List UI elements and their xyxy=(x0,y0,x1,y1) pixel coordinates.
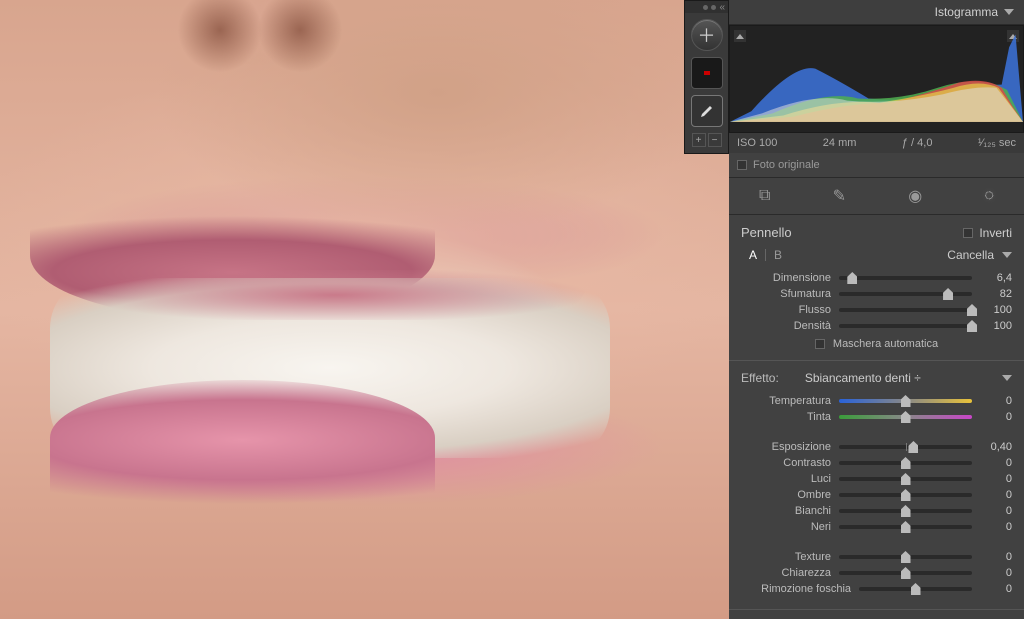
feather-label: Sfumatura xyxy=(741,288,831,300)
window-dot-icon xyxy=(703,5,708,10)
original-photo-label: Foto originale xyxy=(753,159,820,171)
size-label: Dimensione xyxy=(741,272,831,284)
brush-icon xyxy=(698,102,716,120)
whites-label: Bianchi xyxy=(741,505,831,517)
histogram-svg xyxy=(730,26,1023,122)
exif-row: ISO 100 24 mm ƒ / 4,0 ¹⁄₁₂₅ sec xyxy=(729,133,1024,153)
flow-label: Flusso xyxy=(741,304,831,316)
invert-label: Inverti xyxy=(979,226,1012,240)
effect-label: Effetto: xyxy=(741,371,779,385)
exposure-slider[interactable] xyxy=(839,445,972,449)
mask-tool-icon[interactable]: ◌ xyxy=(984,187,994,205)
invert-checkbox[interactable] xyxy=(963,228,973,238)
feather-value[interactable]: 82 xyxy=(980,288,1012,300)
histogram-header[interactable]: Istogramma xyxy=(729,0,1024,25)
shadows-label: Ombre xyxy=(741,489,831,501)
effect-panel: Effetto: Sbiancamento denti ÷ Temperatur… xyxy=(729,361,1024,610)
feather-slider[interactable] xyxy=(839,292,972,296)
adjustment-tool-icons: ⧉ ✎ ◉ ◌ xyxy=(729,178,1024,215)
tint-label: Tinta xyxy=(741,411,831,423)
brush-erase-button[interactable]: Cancella xyxy=(947,248,994,262)
histogram-label: Istogramma xyxy=(935,5,998,19)
brush-panel: Pennello Inverti A B Cancella Dimensione… xyxy=(729,215,1024,361)
brush-panel-title: Pennello xyxy=(741,225,792,240)
density-slider[interactable] xyxy=(839,324,972,328)
exif-aperture: ƒ / 4,0 xyxy=(902,137,933,149)
chevron-down-icon[interactable] xyxy=(1002,252,1012,258)
whites-slider[interactable] xyxy=(839,509,972,513)
automask-checkbox[interactable] xyxy=(815,339,825,349)
plus-icon: ＋ xyxy=(698,22,716,48)
size-slider[interactable] xyxy=(839,276,972,280)
crop-tool-icon[interactable]: ⧉ xyxy=(759,187,770,205)
blacks-slider[interactable] xyxy=(839,525,972,529)
temp-slider[interactable] xyxy=(839,399,972,403)
histogram-chart[interactable] xyxy=(729,25,1024,133)
shadows-value[interactable]: 0 xyxy=(980,489,1012,501)
original-photo-checkbox[interactable] xyxy=(737,160,747,170)
texture-value[interactable]: 0 xyxy=(980,551,1012,563)
toolstrip: « ＋ + − xyxy=(684,0,729,154)
zoom-out-button[interactable]: − xyxy=(708,133,722,147)
temp-label: Temperatura xyxy=(741,395,831,407)
contrast-slider[interactable] xyxy=(839,461,972,465)
exif-shutter: ¹⁄₁₂₅ sec xyxy=(978,137,1016,149)
texture-label: Texture xyxy=(741,551,831,563)
redeye-tool-icon[interactable]: ◉ xyxy=(908,186,922,206)
toolstrip-header: « xyxy=(685,1,728,13)
blacks-label: Neri xyxy=(741,521,831,533)
size-value[interactable]: 6,4 xyxy=(980,272,1012,284)
exposure-value[interactable]: 0,40 xyxy=(980,441,1012,453)
tint-slider[interactable] xyxy=(839,415,972,419)
photo-canvas[interactable]: « ＋ + − xyxy=(0,0,729,619)
contrast-value[interactable]: 0 xyxy=(980,457,1012,469)
brush-tool-button[interactable] xyxy=(691,95,723,127)
highlights-value[interactable]: 0 xyxy=(980,473,1012,485)
dehaze-label: Rimozione foschia xyxy=(741,583,851,595)
right-sidebar: Istogramma ISO 100 24 mm ƒ / 4,0 ¹⁄₁₂₅ s… xyxy=(729,0,1024,619)
clarity-value[interactable]: 0 xyxy=(980,567,1012,579)
zoom-in-button[interactable]: + xyxy=(692,133,706,147)
mask-preview-icon xyxy=(704,71,710,75)
collapse-chevron-icon[interactable]: « xyxy=(719,2,725,13)
texture-slider[interactable] xyxy=(839,555,972,559)
highlights-label: Luci xyxy=(741,473,831,485)
brush-b-button[interactable]: B xyxy=(766,248,790,262)
flow-value[interactable]: 100 xyxy=(980,304,1012,316)
exif-focal: 24 mm xyxy=(823,137,857,149)
window-dot-icon xyxy=(711,5,716,10)
dehaze-value[interactable]: 0 xyxy=(980,583,1012,595)
original-photo-row[interactable]: Foto originale xyxy=(729,153,1024,178)
effect-preset-dropdown[interactable]: Sbiancamento denti ÷ xyxy=(805,371,921,385)
chevron-down-icon[interactable] xyxy=(1002,375,1012,381)
photo-feature-lip-bottom xyxy=(50,380,435,530)
density-value[interactable]: 100 xyxy=(980,320,1012,332)
mask-thumbnail-button[interactable] xyxy=(691,57,723,89)
add-mask-button[interactable]: ＋ xyxy=(691,19,723,51)
automask-label: Maschera automatica xyxy=(833,338,938,350)
flow-slider[interactable] xyxy=(839,308,972,312)
whites-value[interactable]: 0 xyxy=(980,505,1012,517)
dehaze-slider[interactable] xyxy=(859,587,972,591)
brush-a-button[interactable]: A xyxy=(741,248,765,262)
dropdown-indicator-icon: ÷ xyxy=(914,371,921,385)
exposure-label: Esposizione xyxy=(741,441,831,453)
chevron-down-icon xyxy=(1004,9,1014,15)
clarity-slider[interactable] xyxy=(839,571,972,575)
contrast-label: Contrasto xyxy=(741,457,831,469)
blacks-value[interactable]: 0 xyxy=(980,521,1012,533)
density-label: Densità xyxy=(741,320,831,332)
temp-value[interactable]: 0 xyxy=(980,395,1012,407)
heal-tool-icon[interactable]: ✎ xyxy=(833,186,846,206)
shadows-slider[interactable] xyxy=(839,493,972,497)
exif-iso: ISO 100 xyxy=(737,137,777,149)
clarity-label: Chiarezza xyxy=(741,567,831,579)
tint-value[interactable]: 0 xyxy=(980,411,1012,423)
photo-feature-gum xyxy=(80,270,590,320)
highlights-slider[interactable] xyxy=(839,477,972,481)
